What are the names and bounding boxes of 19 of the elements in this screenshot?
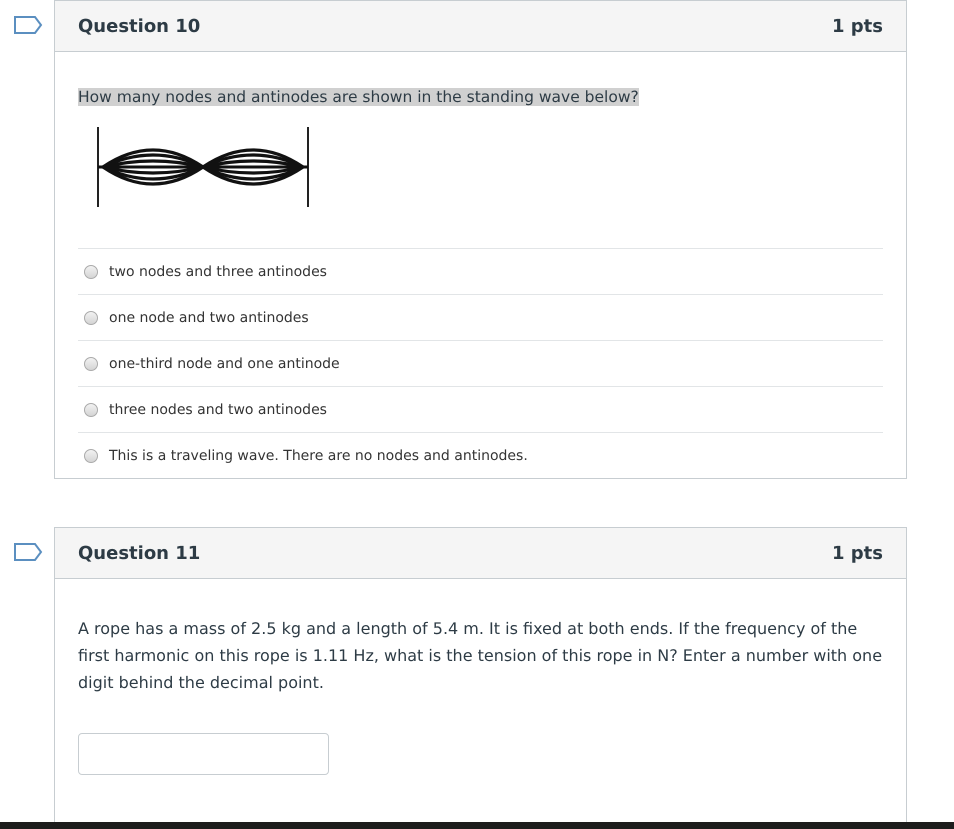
radio-button[interactable] (84, 264, 98, 278)
points-label: 1 pts (832, 542, 883, 564)
answer-option[interactable]: one-third node and one antinode (78, 340, 883, 386)
points-label: 1 pts (832, 16, 883, 36)
bookmark-icon[interactable] (13, 16, 43, 34)
answer-option[interactable]: two nodes and three antinodes (78, 248, 883, 294)
radio-button[interactable] (84, 402, 98, 416)
radio-button[interactable] (84, 448, 98, 462)
question-title: Question 11 (78, 542, 200, 564)
bookmark-icon[interactable] (13, 543, 43, 561)
answer-option[interactable]: one node and two antinodes (78, 294, 883, 340)
radio-button[interactable] (84, 310, 98, 324)
question-title: Question 10 (78, 16, 200, 36)
radio-button[interactable] (84, 356, 98, 370)
question-text: A rope has a mass of 2.5 kg and a length of 5.4 m. It is fixed at both ends. If the frequency of the first harmonic on this rope is 1.11 Hz, what is the tension of this rope in N? Enter a number with one digit behind the decimal point. (78, 618, 883, 694)
question-text: How many nodes and antinodes are shown in the standing wave below? (78, 88, 639, 106)
answer-option[interactable]: three nodes and two antinodes (78, 386, 883, 432)
answer-field[interactable] (78, 733, 329, 775)
answer-option[interactable]: This is a traveling wave. There are no nodes and antinodes. (78, 432, 883, 478)
